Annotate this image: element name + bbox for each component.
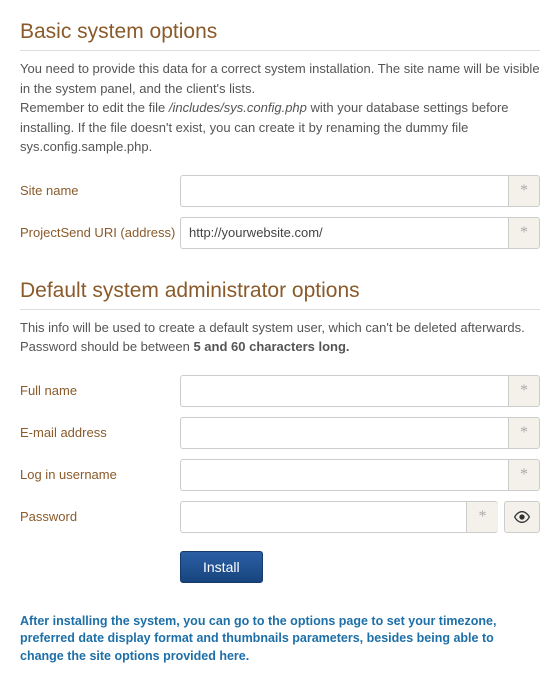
install-button[interactable]: Install bbox=[180, 551, 263, 583]
uri-row: ProjectSend URI (address) * bbox=[20, 217, 540, 249]
site-name-row: Site name * bbox=[20, 175, 540, 207]
email-label: E-mail address bbox=[20, 425, 180, 440]
basic-intro: You need to provide this data for a corr… bbox=[20, 59, 540, 157]
password-row: Password * bbox=[20, 501, 540, 533]
required-asterisk-icon: * bbox=[466, 501, 498, 533]
required-asterisk-icon: * bbox=[508, 375, 540, 407]
intro-text-1: You need to provide this data for a corr… bbox=[20, 61, 540, 96]
password-input[interactable] bbox=[180, 501, 466, 533]
password-length-req: 5 and 60 characters long. bbox=[193, 339, 349, 354]
toggle-password-visibility-button[interactable] bbox=[504, 501, 540, 533]
email-input[interactable] bbox=[180, 417, 508, 449]
email-row: E-mail address * bbox=[20, 417, 540, 449]
uri-input[interactable] bbox=[180, 217, 508, 249]
username-row: Log in username * bbox=[20, 459, 540, 491]
fullname-row: Full name * bbox=[20, 375, 540, 407]
admin-intro: This info will be used to create a defau… bbox=[20, 318, 540, 357]
admin-options-section: Default system administrator options Thi… bbox=[20, 279, 540, 583]
intro-text-2a: Remember to edit the file bbox=[20, 100, 169, 115]
required-asterisk-icon: * bbox=[508, 217, 540, 249]
basic-system-options-section: Basic system options You need to provide… bbox=[20, 20, 540, 249]
eye-icon bbox=[514, 509, 530, 525]
username-input[interactable] bbox=[180, 459, 508, 491]
site-name-input[interactable] bbox=[180, 175, 508, 207]
required-asterisk-icon: * bbox=[508, 459, 540, 491]
install-row: Install bbox=[20, 551, 540, 583]
fullname-label: Full name bbox=[20, 383, 180, 398]
fullname-input[interactable] bbox=[180, 375, 508, 407]
password-label: Password bbox=[20, 509, 180, 524]
username-label: Log in username bbox=[20, 467, 180, 482]
uri-label: ProjectSend URI (address) bbox=[20, 225, 180, 240]
required-asterisk-icon: * bbox=[508, 417, 540, 449]
basic-heading: Basic system options bbox=[20, 20, 540, 51]
footer-note: After installing the system, you can go … bbox=[20, 613, 540, 666]
admin-heading: Default system administrator options bbox=[20, 279, 540, 310]
config-file-path: /includes/sys.config.php bbox=[169, 100, 307, 115]
site-name-label: Site name bbox=[20, 183, 180, 198]
required-asterisk-icon: * bbox=[508, 175, 540, 207]
